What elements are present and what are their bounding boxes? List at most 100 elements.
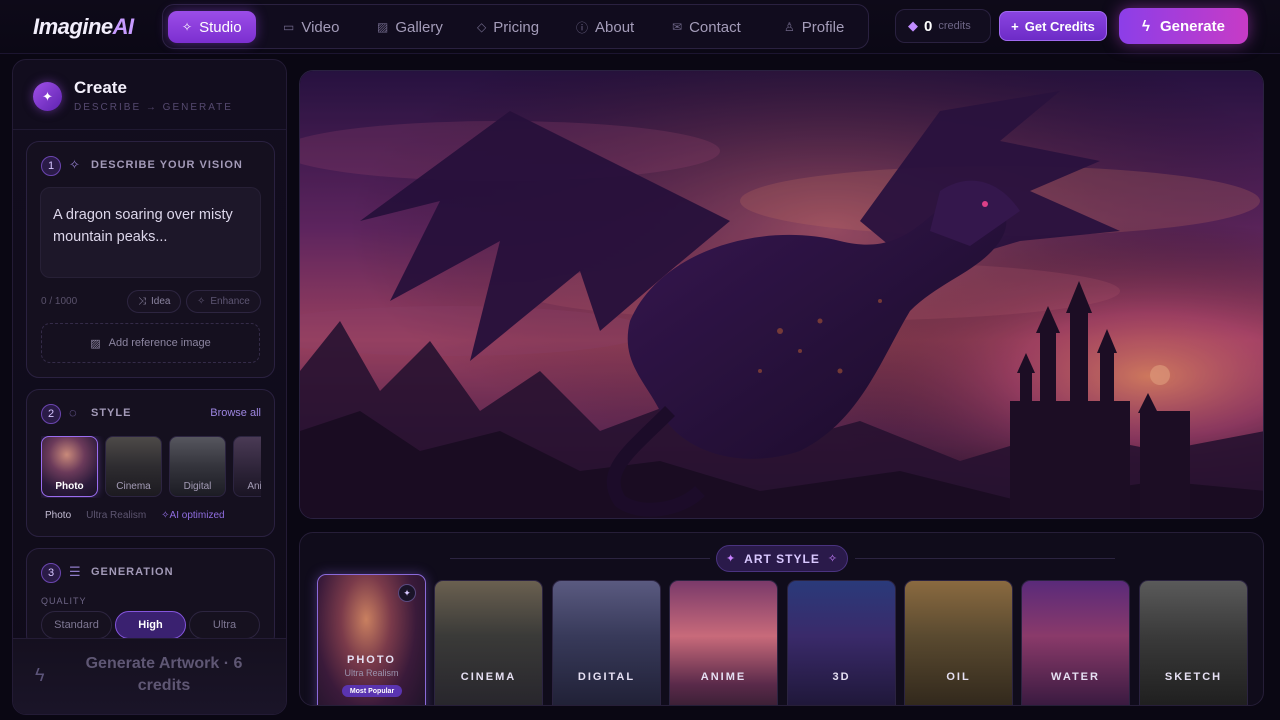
char-count: 0 / 1000 xyxy=(41,296,78,307)
nav-video[interactable]: ▭ Video xyxy=(269,11,353,43)
prompt-input[interactable]: A dragon soaring over misty mountain pea… xyxy=(40,187,261,278)
style-name: ANIME xyxy=(700,671,747,683)
nav-label: Studio xyxy=(199,18,242,36)
step-number: 1 xyxy=(41,156,61,176)
thumb-label: Cinema xyxy=(116,481,151,492)
mail-icon: ✉ xyxy=(672,20,683,34)
most-popular-badge: Most Popular xyxy=(342,685,402,697)
nav-label: Gallery xyxy=(395,18,443,36)
get-credits-button[interactable]: + Get Credits xyxy=(999,11,1107,41)
generate-artwork-label: Generate Artwork · 6 credits xyxy=(85,655,243,694)
sparkle-icon: ✧ xyxy=(69,157,80,172)
main-nav: ✧ Studio ▭ Video ▨ Gallery ◇ Pricing ⓘ A… xyxy=(162,4,869,49)
shuffle-icon: ⤨ xyxy=(138,296,146,307)
generation-card: 3 ☰ GENERATION QUALITY Standard High Ult… xyxy=(26,548,275,648)
nav-label: Pricing xyxy=(493,18,540,36)
selected-style-desc: Ultra Realism xyxy=(86,510,147,521)
sparkle-icon: ✧ xyxy=(827,553,839,565)
style-thumb-cinema[interactable]: Cinema xyxy=(105,436,162,497)
quality-high[interactable]: High xyxy=(115,611,186,639)
sparkle-icon: ✧ xyxy=(182,20,193,34)
idea-label: Idea xyxy=(151,296,171,307)
style-meta: Photo Ultra Realism ✧AI optimized xyxy=(45,510,225,521)
generate-label: Generate xyxy=(1159,17,1225,35)
nav-contact[interactable]: ✉ Contact xyxy=(658,11,755,43)
dragon-illustration xyxy=(300,71,1263,518)
style-name: DIGITAL xyxy=(577,671,636,683)
brand-logo[interactable]: ImagineAI xyxy=(33,14,134,40)
nav-gallery[interactable]: ▨ Gallery xyxy=(363,11,457,43)
divider xyxy=(855,558,1115,559)
thumb-label: Digital xyxy=(183,481,212,492)
art-style-card-photo[interactable]: ✦ PHOTO Ultra Realism Most Popular xyxy=(317,574,426,705)
art-style-card-anime[interactable]: ANIME xyxy=(669,580,778,705)
credits-display[interactable]: ◆ 0 credits xyxy=(895,9,991,43)
info-icon: ⓘ xyxy=(576,20,589,35)
style-thumbnails: Photo Cinema Digital Anime xyxy=(41,436,261,498)
style-name: OIL xyxy=(946,671,971,683)
quality-label: QUALITY xyxy=(41,596,87,606)
magic-icon: ✦ xyxy=(398,584,416,602)
create-panel-header: ✦ Create DESCRIBE → GENERATE xyxy=(13,60,286,130)
art-style-heading: ✦ ART STYLE ✧ xyxy=(716,545,848,572)
sparkle-icon: ✧ xyxy=(161,510,170,521)
art-style-card-sketch[interactable]: SKETCH xyxy=(1139,580,1248,705)
enhance-button[interactable]: ✧ Enhance xyxy=(186,290,261,313)
ai-optimized-tag: ✧AI optimized xyxy=(161,510,224,521)
step-title: DESCRIBE YOUR VISION xyxy=(91,159,243,171)
step-number: 2 xyxy=(41,404,61,424)
credits-label: credits xyxy=(938,20,971,32)
style-thumb-digital[interactable]: Digital xyxy=(169,436,226,497)
step-title: GENERATION xyxy=(91,566,174,578)
lightning-icon: ϟ xyxy=(1142,17,1150,35)
art-style-label: ART STYLE xyxy=(744,551,820,566)
enhance-label: Enhance xyxy=(210,296,250,307)
hero-artwork-image xyxy=(299,70,1264,519)
diamond-icon: ◆ xyxy=(908,18,918,33)
generate-artwork-button[interactable]: ϟ Generate Artwork · 6 credits xyxy=(13,638,286,714)
step-number: 3 xyxy=(41,563,61,583)
magic-wand-icon: ✦ xyxy=(33,82,62,111)
selected-style-name: Photo xyxy=(45,510,72,521)
nav-profile[interactable]: ♙ Profile xyxy=(770,11,858,43)
nav-studio[interactable]: ✧ Studio xyxy=(168,11,256,43)
ai-optimized-label: AI optimized xyxy=(169,510,225,521)
art-style-card-cinema[interactable]: CINEMA xyxy=(434,580,543,705)
browse-all-link[interactable]: Browse all xyxy=(210,407,261,419)
style-name: CINEMA xyxy=(460,671,517,683)
nav-pricing[interactable]: ◇ Pricing xyxy=(463,11,553,43)
idea-button[interactable]: ⤨ Idea xyxy=(127,290,182,313)
style-thumb-anime[interactable]: Anime xyxy=(233,436,261,497)
image-plus-icon: ▨ xyxy=(90,337,101,350)
nav-label: About xyxy=(595,18,635,36)
art-style-card-water[interactable]: WATER xyxy=(1021,580,1130,705)
style-thumb-photo[interactable]: Photo xyxy=(41,436,98,497)
generate-button[interactable]: ϟ Generate xyxy=(1119,8,1248,44)
thumb-label: Photo xyxy=(55,481,84,492)
style-card: 2 ◌ STYLE Browse all Photo Cinema Digita… xyxy=(26,389,275,537)
top-navbar: ImagineAI ✧ Studio ▭ Video ▨ Gallery ◇ P… xyxy=(0,0,1280,54)
nav-about[interactable]: ⓘ About xyxy=(562,11,648,43)
art-style-card-oil[interactable]: OIL xyxy=(904,580,1013,705)
art-style-card-digital[interactable]: DIGITAL xyxy=(552,580,661,705)
add-reference-image-button[interactable]: ▨ Add reference image xyxy=(41,323,260,363)
sliders-icon: ☰ xyxy=(69,564,81,579)
film-icon: ▭ xyxy=(283,20,295,34)
panel-subtitle: DESCRIBE → GENERATE xyxy=(74,102,233,113)
reference-label: Add reference image xyxy=(108,337,211,349)
art-style-panel: ✦ ART STYLE ✧ ✦ PHOTO Ultra Realism Most… xyxy=(299,532,1264,706)
art-style-card-3d[interactable]: 3D xyxy=(787,580,896,705)
diamond-icon: ◇ xyxy=(477,20,487,34)
quality-standard[interactable]: Standard xyxy=(41,611,112,639)
nav-label: Contact xyxy=(689,18,741,36)
magic-wand-icon: ✦ xyxy=(725,553,737,565)
get-credits-label: Get Credits xyxy=(1024,18,1095,34)
step-title: STYLE xyxy=(91,407,132,419)
style-name: SKETCH xyxy=(1164,671,1223,683)
style-sub: Ultra Realism xyxy=(344,668,399,678)
nav-label: Video xyxy=(301,18,340,36)
lightning-icon: ϟ xyxy=(35,665,45,685)
panel-title: Create xyxy=(74,78,127,97)
divider xyxy=(450,558,710,559)
quality-ultra[interactable]: Ultra xyxy=(189,611,260,639)
